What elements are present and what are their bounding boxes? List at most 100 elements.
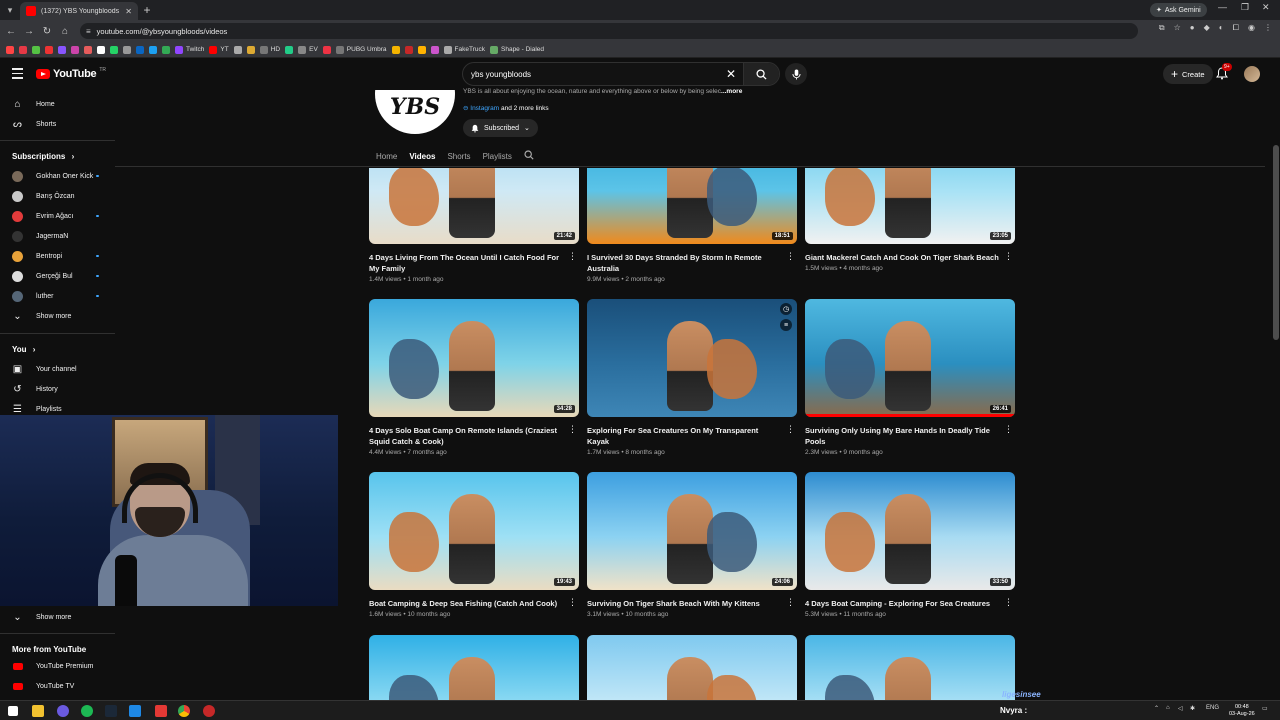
video-card[interactable]: 24:06 Surviving On Tiger Shark Beach With… — [587, 472, 797, 618]
description-more-link[interactable]: ...more — [721, 88, 742, 95]
tab-playlists[interactable]: Playlists — [483, 152, 512, 161]
bookmark-item[interactable] — [285, 45, 294, 54]
video-title[interactable]: Surviving On Tiger Shark Beach With My K… — [587, 598, 782, 609]
sidebar-item-home[interactable]: ⌂ Home — [0, 94, 115, 114]
video-options-icon[interactable]: ⋮ — [568, 252, 577, 261]
bookmark-item[interactable]: PUBG Umbra — [335, 45, 387, 54]
close-window-icon[interactable]: ✕ — [1262, 2, 1270, 13]
bookmark-item[interactable] — [322, 45, 331, 54]
sidebar-item-shorts[interactable]: ᔕ Shorts — [0, 114, 115, 134]
extensions-puzzle-icon[interactable]: ⧠ — [1233, 23, 1239, 33]
sidebar-item-youtube-premium[interactable]: YouTube Premium — [0, 656, 115, 676]
taskbar-clock[interactable]: 00:48 03-Aug-26 — [1229, 704, 1255, 718]
channel-search-icon[interactable] — [524, 150, 534, 162]
youtube-logo[interactable]: YouTube TR — [36, 67, 106, 80]
sidebar-item-your-channel[interactable]: ▣ Your channel — [0, 359, 115, 379]
video-thumbnail[interactable]: 18:51 — [587, 168, 797, 244]
video-options-icon[interactable]: ⋮ — [568, 425, 577, 434]
video-thumbnail[interactable]: 19:43 — [369, 472, 579, 590]
bookmark-item[interactable] — [110, 45, 118, 54]
video-thumbnail[interactable]: 33:50 — [805, 472, 1015, 590]
video-title[interactable]: Exploring For Sea Creatures On My Transp… — [587, 425, 782, 447]
video-card[interactable]: 21:42 4 Days Living From The Ocean Until … — [369, 168, 579, 283]
video-card[interactable] — [587, 635, 797, 700]
app-icon[interactable] — [129, 705, 141, 717]
new-tab-button[interactable]: + — [138, 3, 156, 17]
bookmark-item[interactable]: HD — [259, 45, 280, 54]
bookmark-item[interactable] — [58, 45, 66, 54]
channel-description[interactable]: YBS is all about enjoying the ocean, nat… — [463, 88, 742, 95]
create-button[interactable]: + Create — [1163, 64, 1213, 84]
search-input[interactable]: ybs youngbloods — [471, 70, 719, 79]
subscribed-button[interactable]: Subscribed ⌄ — [463, 119, 538, 137]
tab-home[interactable]: Home — [376, 152, 397, 161]
video-options-icon[interactable]: ⋮ — [1004, 425, 1013, 434]
bookmark-item[interactable] — [162, 45, 170, 54]
bookmark-item[interactable] — [84, 45, 92, 54]
video-thumbnail[interactable] — [369, 635, 579, 700]
close-tab-icon[interactable]: ✕ — [125, 7, 132, 16]
video-thumbnail[interactable]: 34:28 — [369, 299, 579, 417]
video-title[interactable]: 4 Days Solo Boat Camp On Remote Islands … — [369, 425, 564, 447]
restore-window-icon[interactable]: ❐ — [1241, 2, 1249, 13]
instagram-link[interactable]: Instagram — [470, 105, 499, 112]
tab-videos[interactable]: Videos — [409, 152, 435, 161]
tray-network-icon[interactable]: ⌂ — [1166, 705, 1170, 711]
bookmark-item[interactable] — [391, 45, 400, 54]
browser-tab-youtube[interactable]: (1372) YBS Youngbloods - YouTube ✕ — [20, 2, 138, 20]
notifications-button[interactable]: 9+ — [1216, 63, 1232, 83]
search-button[interactable] — [743, 63, 779, 85]
site-info-icon[interactable]: ≡ — [86, 27, 91, 36]
app-icon[interactable] — [57, 705, 69, 717]
scrollbar-thumb[interactable] — [1273, 145, 1279, 340]
bookmark-item[interactable] — [430, 45, 439, 54]
file-explorer-icon[interactable] — [32, 705, 44, 717]
video-card[interactable]: 34:28 4 Days Solo Boat Camp On Remote Isl… — [369, 299, 579, 456]
page-scrollbar[interactable] — [1272, 90, 1280, 700]
back-icon[interactable]: ← — [2, 26, 20, 37]
video-card[interactable]: ◷ ≡ Exploring For Sea Creatures On My Tran… — [587, 299, 797, 456]
bookmark-item[interactable] — [123, 45, 131, 54]
bookmark-item[interactable] — [97, 45, 105, 54]
bookmark-item[interactable]: FakeTruck — [443, 45, 485, 54]
address-bar[interactable]: ≡ youtube.com/@ybsyoungbloods/videos — [80, 23, 1138, 39]
you-heading[interactable]: You › — [12, 345, 35, 354]
video-thumbnail[interactable]: 26:41 — [805, 299, 1015, 417]
reload-icon[interactable]: ↻ — [38, 26, 56, 37]
video-thumbnail[interactable]: ◷ ≡ — [587, 299, 797, 417]
video-thumbnail[interactable]: 21:42 — [369, 168, 579, 244]
chrome-icon[interactable] — [178, 705, 190, 717]
video-options-icon[interactable]: ⋮ — [1004, 252, 1013, 261]
video-card[interactable]: 33:50 4 Days Boat Camping - Exploring For… — [805, 472, 1015, 618]
bookmark-item[interactable] — [233, 45, 242, 54]
chrome-menu-icon[interactable]: ⋮ — [1264, 23, 1272, 33]
bookmark-item[interactable] — [32, 45, 40, 54]
home-icon[interactable]: ⌂ — [56, 26, 74, 37]
video-options-icon[interactable]: ⋮ — [568, 598, 577, 607]
sidebar-item-history[interactable]: ↺ History — [0, 379, 115, 399]
tab-shorts[interactable]: Shorts — [447, 152, 470, 161]
video-options-icon[interactable]: ⋮ — [786, 425, 795, 434]
spotify-icon[interactable] — [81, 705, 93, 717]
tray-volume-icon[interactable]: ◁ — [1178, 705, 1183, 712]
extension-icon[interactable]: ● — [1190, 23, 1195, 33]
video-card[interactable]: 26:41 Surviving Only Using My Bare Hands … — [805, 299, 1015, 456]
bookmark-item[interactable] — [71, 45, 79, 54]
steam-icon[interactable] — [105, 705, 117, 717]
sidebar-item-subscription[interactable]: Bentropi — [0, 246, 115, 266]
subscriptions-heading[interactable]: Subscriptions › — [12, 152, 74, 161]
notification-center-icon[interactable]: ▭ — [1262, 705, 1268, 712]
minimize-window-icon[interactable]: — — [1218, 2, 1227, 12]
bookmark-item[interactable]: YT — [209, 45, 229, 54]
sidebar-item-subscription[interactable]: luther — [0, 286, 115, 306]
add-to-queue-icon[interactable]: ≡ — [780, 319, 792, 331]
sidebar-item-subscription[interactable]: Barış Özcan — [0, 186, 115, 206]
bookmark-item[interactable] — [246, 45, 255, 54]
video-card[interactable]: 23:05 Giant Mackerel Catch And Cook On Ti… — [805, 168, 1015, 272]
show-more-button[interactable]: ⌄ Show more — [0, 607, 115, 627]
bookmark-item[interactable] — [136, 45, 144, 54]
video-title[interactable]: 4 Days Living From The Ocean Until I Cat… — [369, 252, 564, 274]
app-icon[interactable] — [155, 705, 167, 717]
sidebar-item-subscription[interactable]: JagermaN — [0, 226, 115, 246]
bookmark-item[interactable] — [45, 45, 53, 54]
